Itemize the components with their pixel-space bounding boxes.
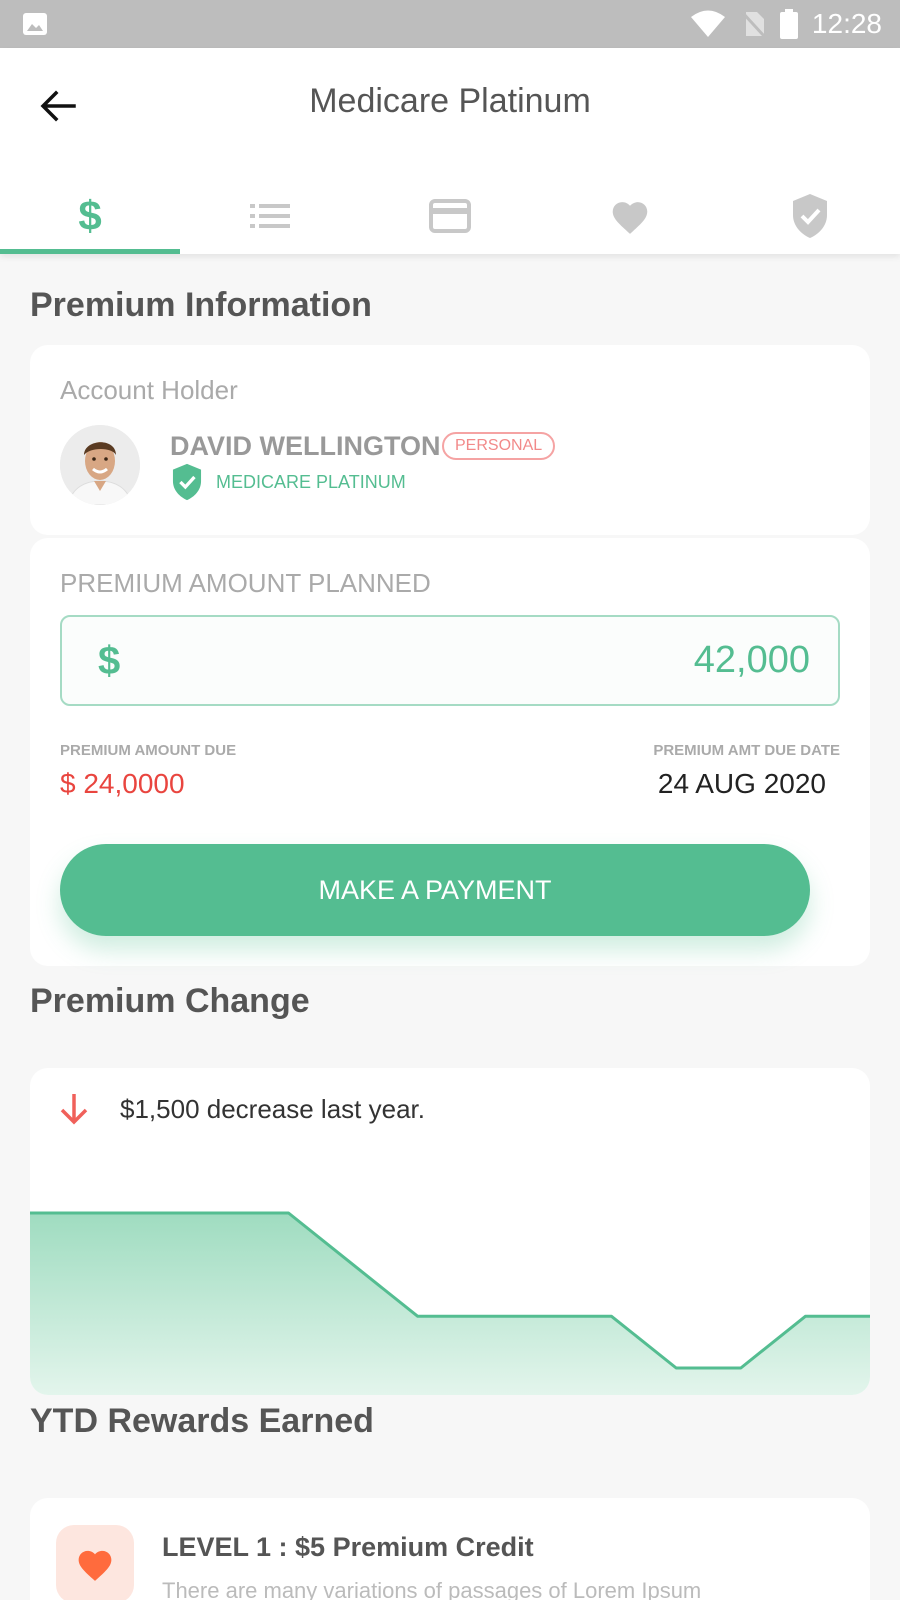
app-bar: Medicare Platinum $ — [0, 48, 900, 254]
make-payment-button[interactable]: MAKE A PAYMENT — [60, 844, 810, 936]
premium-change-card: $1,500 decrease last year. — [30, 1068, 870, 1395]
tab-details[interactable] — [180, 178, 360, 254]
due-date-label: PREMIUM AMT DUE DATE — [653, 742, 840, 759]
status-bar: 12:28 — [0, 0, 900, 48]
chart-area-fill — [30, 1213, 870, 1395]
reward-title: LEVEL 1 : $5 Premium Credit — [162, 1532, 534, 1562]
amount-planned-value: 42,000 — [693, 639, 810, 681]
amount-due-label: PREMIUM AMOUNT DUE — [60, 742, 237, 759]
no-sim-icon — [740, 10, 766, 38]
currency-symbol: $ — [98, 639, 121, 683]
rewards-heading: YTD Rewards Earned — [30, 1402, 374, 1440]
tab-bar: $ — [0, 178, 900, 254]
amount-planned-label: PREMIUM AMOUNT PLANNED — [60, 568, 431, 598]
heart-icon — [78, 1550, 112, 1581]
heart-icon — [612, 202, 648, 234]
arrow-down-icon — [60, 1094, 88, 1125]
reward-icon-box — [56, 1525, 134, 1600]
amount-planned-input[interactable]: $ 42,000 — [60, 615, 840, 706]
tab-health[interactable] — [540, 178, 720, 254]
tab-payments[interactable] — [360, 178, 540, 254]
reward-item[interactable]: LEVEL 1 : $5 Premium Credit There are ma… — [30, 1498, 870, 1600]
due-date-value: 24 AUG 2020 — [657, 768, 826, 799]
wifi-icon — [690, 10, 725, 37]
battery-icon — [779, 9, 798, 39]
account-type-badge: PERSONAL — [442, 432, 556, 460]
credit-card-icon — [429, 199, 471, 233]
amount-due-value: $ 24,0000 — [60, 768, 185, 799]
change-summary: $1,500 decrease last year. — [58, 1092, 425, 1126]
status-time: 12:28 — [811, 8, 882, 39]
dollar-icon: $ — [78, 192, 102, 239]
page-title: Medicare Platinum — [309, 82, 591, 120]
image-notification-icon — [23, 13, 47, 35]
account-holder-name: DAVID WELLINGTON — [170, 431, 441, 461]
person-photo-icon — [60, 425, 140, 505]
tab-premium[interactable]: $ — [0, 178, 180, 254]
premium-info-heading: Premium Information — [30, 286, 372, 324]
reward-description: There are many variations of passages of… — [162, 1578, 702, 1600]
premium-change-heading: Premium Change — [30, 982, 310, 1020]
shield-check-icon — [172, 463, 202, 501]
plan-badge: MEDICARE PLATINUM — [170, 463, 406, 501]
avatar — [60, 425, 140, 505]
list-icon — [250, 204, 290, 228]
tab-coverage[interactable] — [720, 178, 900, 254]
change-summary-text: $1,500 decrease last year. — [120, 1093, 425, 1124]
account-holder-card: Account Holder DAVID WELLINGTON PERSONAL… — [30, 345, 870, 535]
premium-amount-card: PREMIUM AMOUNT PLANNED $ 42,000 PREMIUM … — [30, 538, 870, 966]
plan-name: MEDICARE PLATINUM — [216, 471, 406, 492]
shield-check-icon — [793, 194, 827, 238]
account-holder-label: Account Holder — [60, 375, 238, 405]
